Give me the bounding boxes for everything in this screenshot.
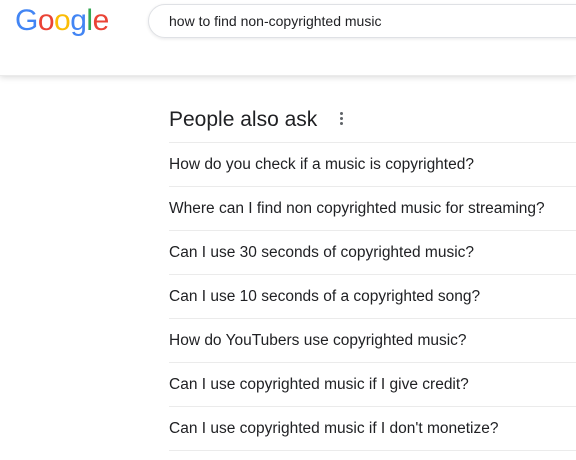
question-item[interactable]: How do you check if a music is copyright… [169,143,576,187]
people-also-ask-header: People also ask [169,100,576,142]
question-text: Can I use 30 seconds of copyrighted musi… [169,243,475,261]
question-item[interactable]: How do YouTubers use copyrighted music? [169,319,576,363]
logo-letter: e [92,4,110,37]
question-text: How do YouTubers use copyrighted music? [169,331,467,349]
question-item[interactable]: Can I use 10 seconds of a copyrighted so… [169,275,576,319]
question-text: Can I use 10 seconds of a copyrighted so… [169,287,481,305]
question-text: How do you check if a music is copyright… [169,155,474,173]
search-input[interactable] [169,5,569,37]
search-box[interactable] [148,4,576,38]
logo-letter: o [54,4,71,37]
search-header: Google [0,0,576,76]
more-vert-icon[interactable] [335,110,347,128]
question-text: Can I use copyrighted music if I give cr… [169,375,469,393]
logo-letter: g [70,4,87,37]
question-text: Can I use copyrighted music if I don't m… [169,419,499,437]
question-text: Where can I find non copyrighted music f… [169,199,545,217]
logo-letter: G [15,4,38,37]
question-item[interactable]: Can I use 30 seconds of copyrighted musi… [169,231,576,275]
question-item[interactable]: Can I use copyrighted music if I don't m… [169,407,576,451]
people-also-ask: People also ask How do you check if a mu… [169,100,576,451]
google-logo[interactable]: Google [15,3,109,39]
people-also-ask-title: People also ask [169,108,318,131]
logo-letter: o [37,4,55,37]
question-list: How do you check if a music is copyright… [169,142,576,451]
question-item[interactable]: Can I use copyrighted music if I give cr… [169,363,576,407]
question-item[interactable]: Where can I find non copyrighted music f… [169,187,576,231]
